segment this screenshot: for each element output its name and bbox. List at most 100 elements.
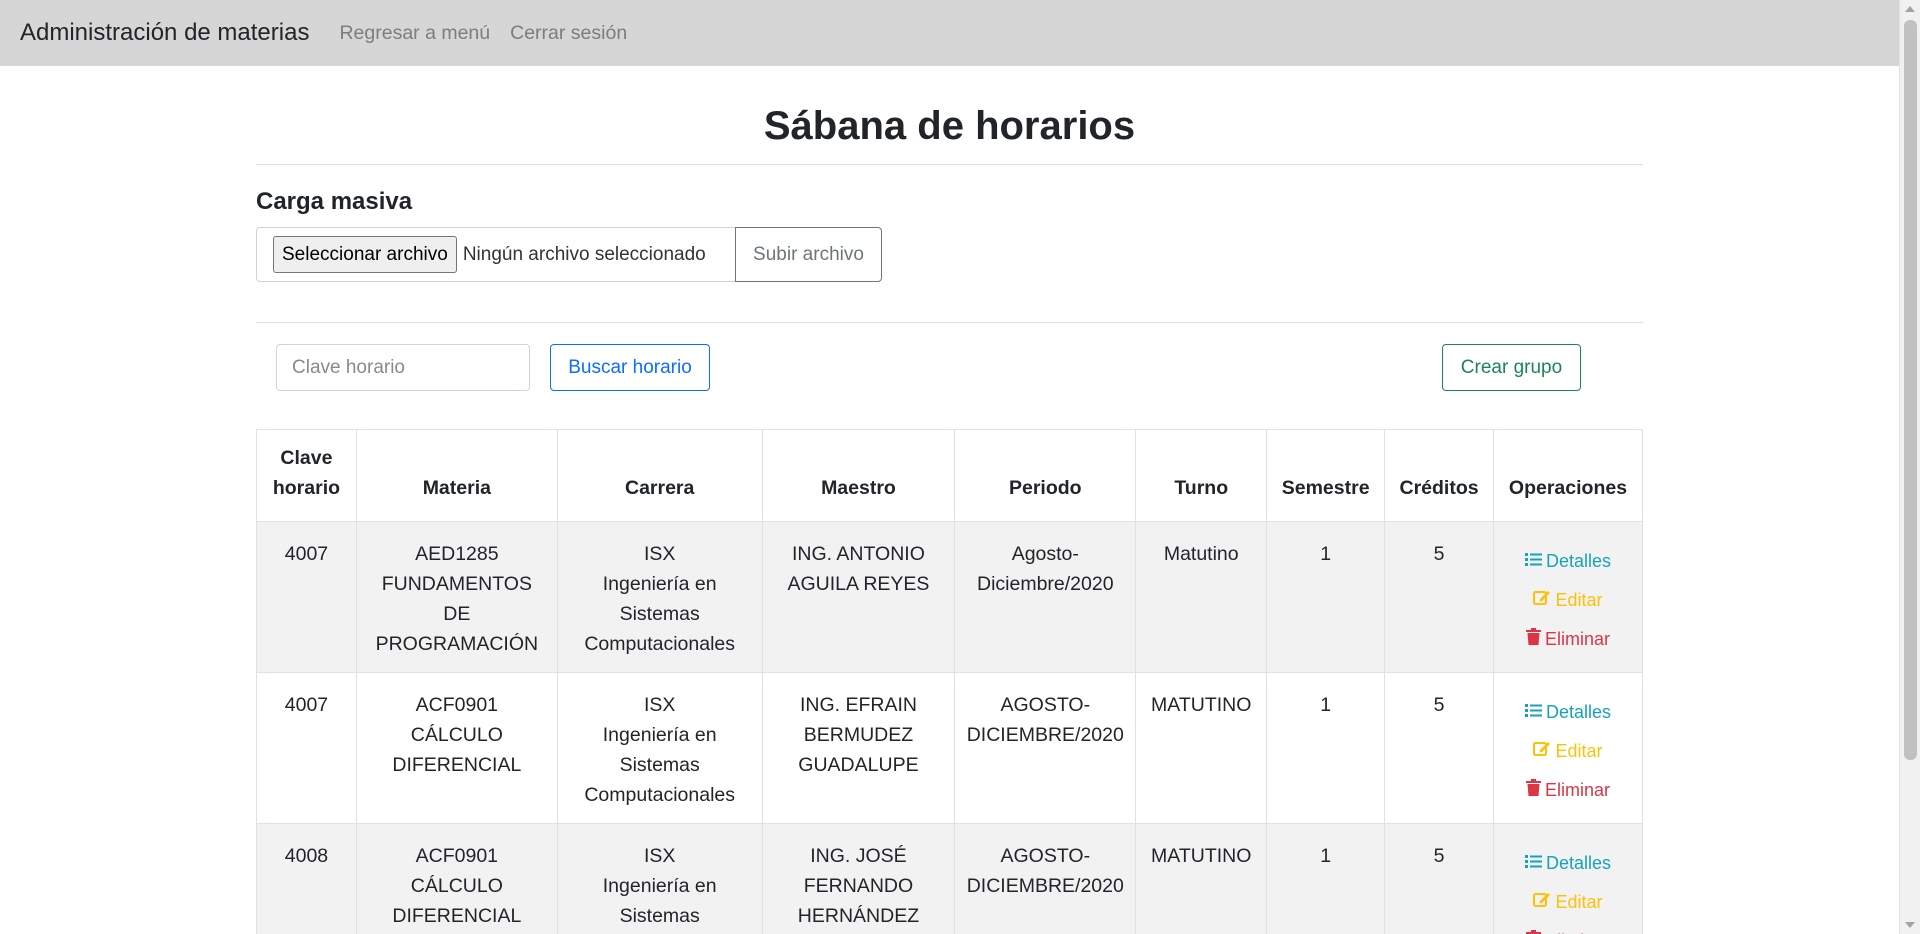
table-row: 4007 ACF0901 CÁLCULO DIFERENCIAL ISX Ingenier… xyxy=(256,672,1643,824)
details-link[interactable]: Detalles xyxy=(1524,541,1612,580)
scroll-up-arrow-icon[interactable] xyxy=(1905,6,1915,12)
column-header-materia: Materia xyxy=(355,429,558,522)
table-row: 4007 AED1285 FUNDAMENTOS DE PROGRAMACIÓN ISX I… xyxy=(256,521,1643,673)
cell-carrera-line: ISX xyxy=(643,694,676,716)
cell-materia: ACF0901 CÁLCULO DIFERENCIAL xyxy=(355,672,558,824)
delete-label: Eliminar xyxy=(1544,628,1610,649)
cell-carrera-line: Ingeniería en xyxy=(602,724,717,746)
cell-materia: ACF0901 CÁLCULO DIFERENCIAL xyxy=(355,823,558,934)
cell-carrera-line: Computacionales xyxy=(584,784,736,806)
search-toolbar: Buscar horario Crear grupo xyxy=(256,323,1643,412)
cell-periodo-line: AGOSTO- xyxy=(1000,845,1091,867)
delete-link[interactable]: Eliminar xyxy=(1525,619,1610,658)
cell-materia-line: ACF0901 xyxy=(415,694,499,716)
cell-clave: 4007 xyxy=(256,521,357,673)
cell-carrera-line: Computacionales xyxy=(584,633,736,655)
cell-maestro-line: HERNÁNDEZ xyxy=(797,905,920,927)
cell-materia-line: CÁLCULO xyxy=(410,724,503,746)
trash-icon xyxy=(1525,775,1545,805)
column-header-creditos: Créditos xyxy=(1384,429,1494,522)
cell-clave: 4007 xyxy=(256,672,357,824)
details-label: Detalles xyxy=(1545,701,1612,722)
cell-maestro-line: ING. EFRAIN xyxy=(799,694,917,716)
cell-carrera-line: Sistemas xyxy=(619,754,700,776)
table-row: 4008 ACF0901 CÁLCULO DIFERENCIAL ISX Ingenier… xyxy=(256,823,1643,934)
cell-materia-line: DIFERENCIAL xyxy=(392,754,522,776)
cell-carrera-line: ISX xyxy=(643,543,676,565)
trash-icon xyxy=(1525,926,1545,934)
cell-maestro-line: BERMUDEZ xyxy=(803,724,914,746)
upload-file-button[interactable]: Subir archivo xyxy=(735,227,882,282)
table-body: 4007 AED1285 FUNDAMENTOS DE PROGRAMACIÓN ISX I… xyxy=(256,521,1643,934)
column-header-clave: Clave horario xyxy=(256,429,357,522)
cell-carrera: ISX Ingeniería en Sistemas Computacionales xyxy=(556,672,763,824)
file-status-text: Ningún archivo seleccionado xyxy=(462,243,706,265)
cell-creditos: 5 xyxy=(1384,672,1494,824)
file-input[interactable]: Seleccionar archivo Ningún archivo selec… xyxy=(256,227,735,282)
cell-operaciones: Detalles Editar Eliminar xyxy=(1493,521,1643,673)
column-header-operaciones: Operaciones xyxy=(1493,429,1643,522)
cell-periodo: Agosto- Diciembre/2020 xyxy=(954,521,1137,673)
delete-link[interactable]: Eliminar xyxy=(1525,770,1610,809)
details-label: Detalles xyxy=(1545,550,1612,571)
cell-turno: MATUTINO xyxy=(1135,672,1268,824)
edit-link[interactable]: Editar xyxy=(1533,580,1603,619)
column-header-turno: Turno xyxy=(1135,429,1268,522)
cell-semestre: 1 xyxy=(1266,521,1386,673)
edit-label: Editar xyxy=(1555,891,1603,912)
cell-maestro-line: FERNANDO xyxy=(803,875,914,897)
cell-maestro-line: ING. JOSÉ xyxy=(810,845,907,867)
cell-periodo-line: DICIEMBRE/2020 xyxy=(966,724,1124,746)
list-icon xyxy=(1524,546,1546,576)
cell-materia-line: DE xyxy=(443,603,471,625)
nav-link-logout[interactable]: Cerrar sesión xyxy=(510,22,627,45)
nav-link-back-to-menu[interactable]: Regresar a menú xyxy=(339,22,490,45)
cell-periodo-line: DICIEMBRE/2020 xyxy=(966,875,1124,897)
cell-periodo: AGOSTO- DICIEMBRE/2020 xyxy=(954,823,1137,934)
column-header-maestro: Maestro xyxy=(761,429,956,522)
navbar: Administración de materias Regresar a me… xyxy=(0,0,1899,66)
cell-operaciones: Detalles Editar Eliminar xyxy=(1493,823,1643,934)
cell-materia-line: ACF0901 xyxy=(415,845,499,867)
edit-label: Editar xyxy=(1555,589,1603,610)
scroll-down-arrow-icon[interactable] xyxy=(1905,922,1915,928)
vertical-scrollbar[interactable] xyxy=(1899,0,1920,934)
schedule-table: Clave horario Materia Carrera Maestro Per… xyxy=(256,429,1643,934)
upload-form: Seleccionar archivo Ningún archivo selec… xyxy=(256,227,1643,282)
edit-icon xyxy=(1533,887,1555,917)
cell-maestro: ING. JOSÉ FERNANDO HERNÁNDEZ xyxy=(761,823,956,934)
choose-file-button[interactable]: Seleccionar archivo xyxy=(273,236,457,273)
details-link[interactable]: Detalles xyxy=(1524,843,1612,882)
cell-materia-line: CÁLCULO xyxy=(410,875,503,897)
cell-materia-line: FUNDAMENTOS xyxy=(381,573,532,595)
details-link[interactable]: Detalles xyxy=(1524,692,1612,731)
cell-carrera-line: Sistemas xyxy=(619,603,700,625)
edit-icon xyxy=(1533,585,1555,615)
cell-semestre: 1 xyxy=(1266,672,1386,824)
create-group-button[interactable]: Crear grupo xyxy=(1442,344,1581,391)
scrollbar-thumb[interactable] xyxy=(1904,20,1917,760)
edit-label: Editar xyxy=(1555,740,1603,761)
cell-maestro: ING. EFRAIN BERMUDEZ GUADALUPE xyxy=(761,672,956,824)
cell-carrera: ISX Ingeniería en Sistemas Computacionales xyxy=(556,521,763,673)
cell-maestro-line: GUADALUPE xyxy=(798,754,919,776)
cell-carrera-line: Ingeniería en xyxy=(602,573,717,595)
cell-carrera: ISX Ingeniería en Sistemas xyxy=(556,823,763,934)
edit-link[interactable]: Editar xyxy=(1533,882,1603,921)
list-icon xyxy=(1524,697,1546,727)
delete-label: Eliminar xyxy=(1544,779,1610,800)
navbar-brand[interactable]: Administración de materias xyxy=(20,19,309,47)
delete-link[interactable]: Eliminar xyxy=(1525,921,1610,934)
cell-turno: MATUTINO xyxy=(1135,823,1268,934)
main-container: Sábana de horarios Carga masiva Seleccio… xyxy=(256,66,1643,412)
table-header-row: Clave horario Materia Carrera Maestro Per… xyxy=(256,429,1643,522)
edit-link[interactable]: Editar xyxy=(1533,731,1603,770)
details-label: Detalles xyxy=(1545,852,1612,873)
search-schedule-button[interactable]: Buscar horario xyxy=(550,344,710,391)
cell-operaciones: Detalles Editar Eliminar xyxy=(1493,672,1643,824)
cell-maestro: ING. ANTONIO AGUILA REYES xyxy=(761,521,956,673)
column-header-carrera: Carrera xyxy=(556,429,763,522)
column-header-periodo: Periodo xyxy=(954,429,1137,522)
schedule-key-input[interactable] xyxy=(276,344,530,391)
cell-carrera-line: Sistemas xyxy=(619,905,700,927)
